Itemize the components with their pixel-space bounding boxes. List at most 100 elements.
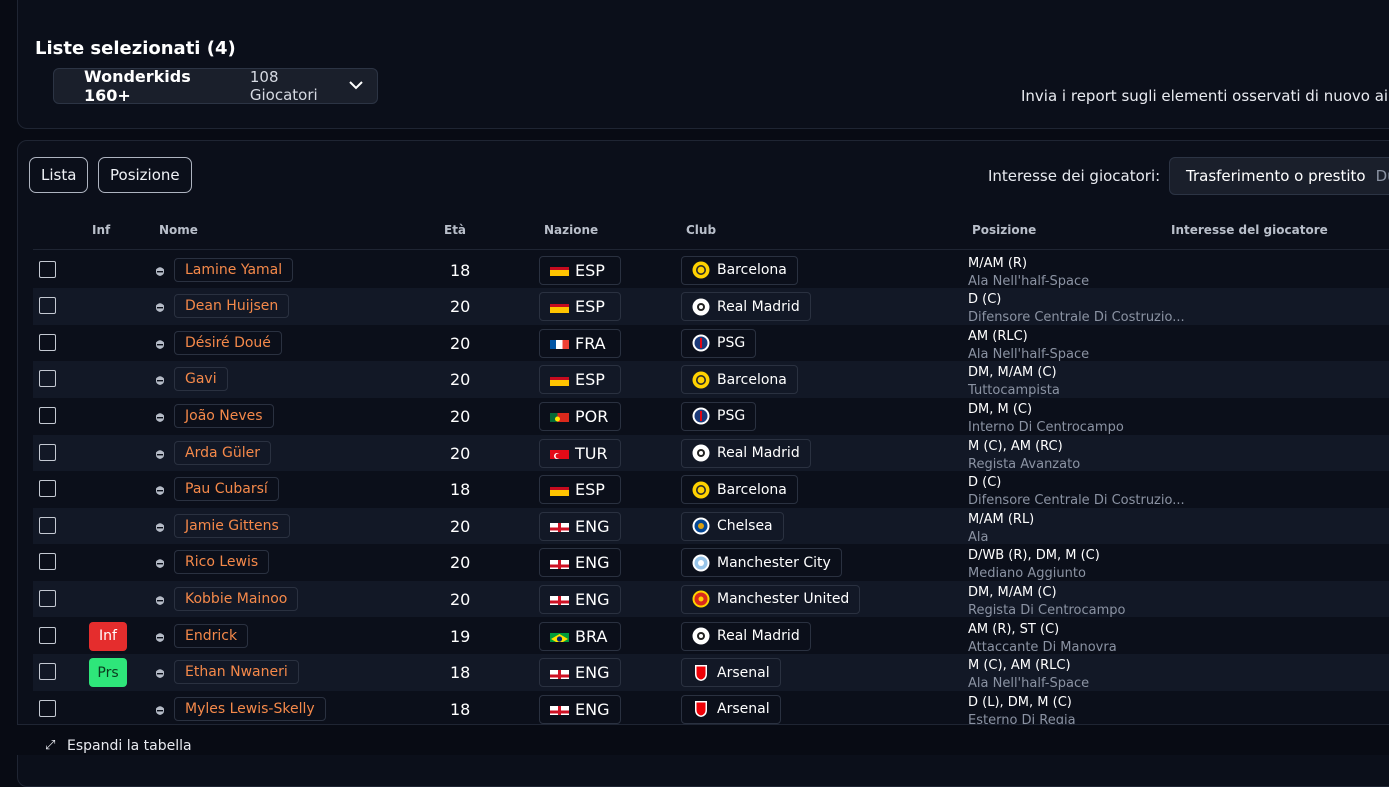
club-name: PSG <box>717 408 746 425</box>
club-chip[interactable]: PSG <box>681 401 757 431</box>
nation-chip: ENG <box>539 511 621 541</box>
col-header-club[interactable]: Club <box>686 223 716 237</box>
club-chip[interactable]: Real Madrid <box>681 438 811 468</box>
club-chip[interactable]: Barcelona <box>681 475 798 505</box>
player-name-link[interactable]: Endrick <box>174 623 249 648</box>
flag-icon <box>550 520 569 533</box>
row-checkbox[interactable] <box>39 480 56 498</box>
interest-filter-dropdown[interactable]: Trasferimento o prestito Dub <box>1169 157 1389 195</box>
table-row[interactable]: João Neves 20 POR PSG DM, M (C) Interno Di Ce… <box>33 398 1389 435</box>
table-footer: ⤢ Espandi la tabella <box>17 724 1389 755</box>
row-checkbox[interactable] <box>39 370 56 388</box>
row-checkbox[interactable] <box>39 443 56 461</box>
col-header-position[interactable]: Posizione <box>972 223 1036 237</box>
expand-icon[interactable]: ⤢ <box>45 738 55 753</box>
player-age: 20 <box>450 516 471 536</box>
list-selector-dropdown[interactable]: Wonderkids 160+ 108 Giocatori <box>53 67 378 105</box>
club-chip[interactable]: Real Madrid <box>681 621 811 651</box>
row-checkbox[interactable] <box>39 260 56 278</box>
player-name-link[interactable]: Gavi <box>174 367 228 392</box>
selected-lists-panel <box>17 0 1389 129</box>
table-row[interactable]: Arda Güler 20 TUR Real Madrid M (C), AM (RC)… <box>33 434 1389 472</box>
player-name-link[interactable]: Myles Lewis-Skelly <box>174 696 326 721</box>
tab-lista[interactable]: Lista <box>29 157 89 193</box>
club-chip[interactable]: Barcelona <box>681 365 798 395</box>
nation-chip: ESP <box>539 475 621 505</box>
list-name: Wonderkids 160+ <box>84 67 191 105</box>
player-name-link[interactable]: Rico Lewis <box>174 550 270 575</box>
expand-table-button[interactable]: Espandi la tabella <box>67 738 192 754</box>
table-row[interactable]: Rico Lewis 20 ENG Manchester City D/WB (R), … <box>33 544 1389 581</box>
col-header-nation[interactable]: Nazione <box>544 223 598 237</box>
header-divider <box>33 249 1389 250</box>
table-row[interactable]: Kobbie Mainoo 20 ENG Manchester United DM, M… <box>33 580 1389 618</box>
club-chip[interactable]: Manchester City <box>681 548 842 578</box>
player-avatar-icon <box>154 372 166 386</box>
col-header-name[interactable]: Nome <box>159 223 198 237</box>
row-checkbox[interactable] <box>39 406 56 424</box>
flag-icon <box>550 337 569 350</box>
row-checkbox[interactable] <box>39 333 56 351</box>
club-chip[interactable]: Arsenal <box>681 694 781 724</box>
player-name-link[interactable]: João Neves <box>174 403 274 428</box>
club-crest-icon <box>692 554 710 572</box>
player-name-link[interactable]: Lamine Yamal <box>174 257 294 282</box>
status-badge: Inf <box>89 621 127 651</box>
table-row[interactable]: Dean Huijsen 20 ESP Real Madrid D (C) Difenso… <box>33 288 1389 325</box>
player-position: D (C) <box>968 292 1002 308</box>
row-checkbox[interactable] <box>39 297 56 315</box>
nation-code: FRA <box>575 333 606 353</box>
club-chip[interactable]: Real Madrid <box>681 292 811 322</box>
player-name-link[interactable]: Kobbie Mainoo <box>174 586 299 611</box>
table-row[interactable]: Myles Lewis-Skelly 18 ENG Arsenal D (L), DM,… <box>33 691 1389 728</box>
player-age: 18 <box>450 260 471 280</box>
col-header-inf[interactable]: Inf <box>92 223 110 237</box>
player-role: Regista Avanzato <box>968 456 1081 472</box>
player-name-link[interactable]: Désiré Doué <box>174 330 282 355</box>
nation-chip: ESP <box>539 255 621 285</box>
player-avatar-icon <box>154 263 166 276</box>
table-row[interactable]: Désiré Doué 20 FRA PSG AM (RLC) Ala Nell'half… <box>33 325 1389 362</box>
player-age: 19 <box>450 626 471 646</box>
player-name-link[interactable]: Arda Güler <box>174 440 271 465</box>
club-crest-icon <box>692 444 710 462</box>
list-count: 108 Giocatori <box>249 68 318 104</box>
player-name-link[interactable]: Jamie Gittens <box>174 513 290 538</box>
flag-icon <box>550 593 569 606</box>
club-name: Barcelona <box>717 262 787 278</box>
club-chip[interactable]: Chelsea <box>681 511 784 541</box>
row-checkbox[interactable] <box>39 626 56 644</box>
table-row[interactable]: Inf Endrick 19 BRA Real Madrid AM (R), ST (C)… <box>33 618 1389 655</box>
row-checkbox[interactable] <box>39 589 56 607</box>
table-row[interactable]: Prs Ethan Nwaneri 18 ENG Arsenal M (C), AM (R… <box>33 654 1389 691</box>
nation-code: POR <box>575 406 609 426</box>
player-avatar-icon <box>154 665 166 679</box>
status-badge: Prs <box>89 658 127 688</box>
table-row[interactable]: Jamie Gittens 20 ENG Chelsea M/AM (RL) Ala <box>33 507 1389 545</box>
tab-posizione[interactable]: Posizione <box>98 157 192 193</box>
club-crest-icon <box>692 627 710 645</box>
row-checkbox[interactable] <box>39 553 56 571</box>
player-name-link[interactable]: Dean Huijsen <box>174 294 290 319</box>
row-checkbox[interactable] <box>39 663 56 681</box>
col-header-interest[interactable]: Interesse del giocatore <box>1171 223 1328 237</box>
interest-sub-value: Dub <box>1375 167 1389 185</box>
nation-chip: ENG <box>539 584 621 614</box>
player-name-link[interactable]: Pau Cubarsí <box>174 477 279 502</box>
row-checkbox[interactable] <box>39 699 56 717</box>
club-chip[interactable]: Arsenal <box>681 658 781 688</box>
player-role: Regista Di Centrocampo <box>968 602 1126 618</box>
club-chip[interactable]: Manchester United <box>681 584 861 614</box>
table-row[interactable]: Gavi 20 ESP Barcelona DM, M/AM (C) Tuttocampi… <box>33 361 1389 398</box>
col-header-age[interactable]: Età <box>444 223 466 237</box>
table-row[interactable]: Pau Cubarsí 18 ESP Barcelona D (C) Difensore … <box>33 471 1389 508</box>
table-row[interactable]: Lamine Yamal 18 ESP Barcelona M/AM (R) Ala Ne… <box>33 252 1389 289</box>
club-chip[interactable]: PSG <box>681 328 757 358</box>
player-role: Mediano Aggiunto <box>968 566 1086 582</box>
player-position: AM (R), ST (C) <box>968 621 1060 637</box>
player-role: Ala <box>968 529 989 545</box>
row-checkbox[interactable] <box>39 516 56 534</box>
club-chip[interactable]: Barcelona <box>681 255 798 285</box>
player-avatar-icon <box>154 702 166 715</box>
player-name-link[interactable]: Ethan Nwaneri <box>174 660 299 685</box>
